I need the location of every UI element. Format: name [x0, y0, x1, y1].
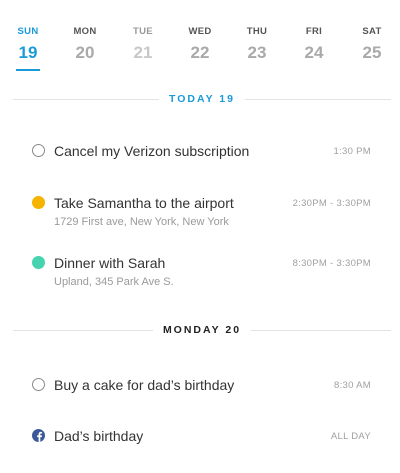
day-of-week-label: FRI: [305, 26, 323, 37]
day-thursday[interactable]: THU 23: [237, 26, 277, 63]
day-number: 20: [75, 43, 95, 62]
day-saturday[interactable]: SAT 25: [352, 26, 392, 63]
circle-outline-icon: [32, 378, 45, 391]
day-of-week-label: TUE: [133, 26, 153, 37]
day-wednesday[interactable]: WED 22: [180, 26, 220, 63]
event-time: 8:30 AM: [334, 380, 371, 391]
event-title: Take Samantha to the airport: [54, 195, 234, 211]
day-of-week-label: SAT: [362, 26, 382, 37]
facebook-icon: [32, 429, 45, 442]
event-time: 2:30PM - 3:30PM: [292, 198, 371, 209]
day-number: 19: [18, 43, 38, 62]
day-number: 24: [304, 43, 324, 62]
day-of-week-label: THU: [246, 26, 268, 37]
day-tuesday[interactable]: TUE 21: [123, 26, 163, 63]
event-time: ALL DAY: [330, 431, 371, 442]
week-strip: SUN 19 MON 20 TUE 21 WED 22 THU 23 FRI 2…: [0, 0, 400, 80]
circle-outline-icon: [32, 144, 45, 157]
event-title: Buy a cake for dad’s birthday: [54, 377, 235, 393]
day-of-week-label: SUN: [17, 26, 39, 37]
day-number: 22: [190, 43, 210, 62]
event-title: Dad’s birthday: [54, 428, 144, 444]
section-label: TODAY 19: [158, 93, 245, 105]
day-number: 21: [133, 43, 153, 62]
event-time: 8:30PM - 3:30PM: [292, 258, 371, 269]
day-sunday[interactable]: SUN 19: [8, 26, 48, 71]
section-divider-monday: MONDAY 20: [13, 324, 391, 336]
event-time: 1:30 PM: [333, 146, 371, 157]
selected-day-indicator: [16, 69, 40, 71]
section-divider-today: TODAY 19: [13, 93, 391, 105]
event-location: 1729 First ave, New York, New York: [54, 216, 229, 228]
event-location: Upland, 345 Park Ave S.: [54, 276, 174, 288]
teal-dot-icon: [32, 256, 45, 269]
day-number: 25: [362, 43, 382, 62]
event-title: Dinner with Sarah: [54, 255, 166, 271]
day-friday[interactable]: FRI 24: [294, 26, 334, 63]
day-of-week-label: WED: [188, 26, 212, 37]
day-number: 23: [247, 43, 267, 62]
yellow-dot-icon: [32, 196, 45, 209]
day-of-week-label: MON: [73, 26, 97, 37]
event-title: Cancel my Verizon subscription: [54, 143, 250, 159]
day-monday[interactable]: MON 20: [65, 26, 105, 63]
section-label: MONDAY 20: [152, 324, 252, 336]
